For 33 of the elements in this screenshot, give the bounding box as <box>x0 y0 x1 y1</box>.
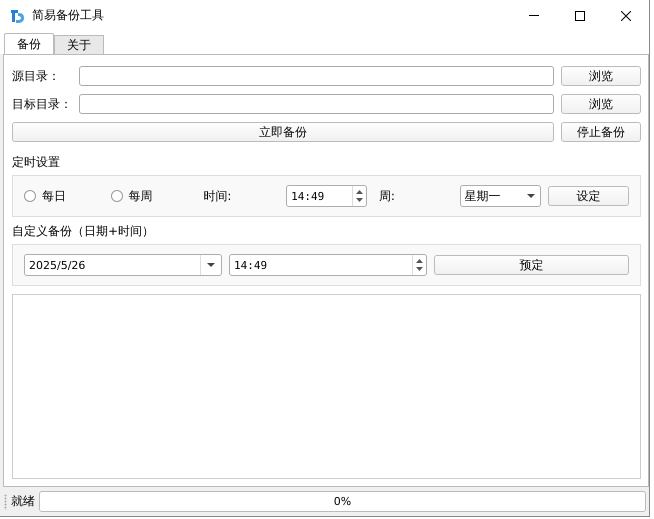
weekday-label: 周: <box>378 188 396 204</box>
date-picker[interactable]: 2025/5/26 <box>24 254 222 276</box>
section-title: 自定义备份（日期+时间） <box>12 223 156 240</box>
radio-circle-icon[interactable] <box>110 190 123 202</box>
window-title: 简易备份工具 <box>32 7 105 24</box>
progress-reading: 0% <box>334 495 352 508</box>
time-value: 14:49 <box>233 258 268 274</box>
field-label: 目标目录： <box>12 96 72 112</box>
field-label: 源目录： <box>12 68 61 84</box>
app-logo-icon <box>10 8 26 24</box>
radio-option[interactable]: 每日 <box>24 188 111 204</box>
time-label: 时间: <box>203 188 232 204</box>
directory-field[interactable] <box>79 66 554 86</box>
close-icon[interactable] <box>621 10 631 20</box>
schedule-button[interactable]: 预定 <box>434 255 629 275</box>
time-spinbox[interactable]: 14:49 <box>286 185 367 207</box>
grip-icon <box>4 494 7 510</box>
set-button[interactable]: 设定 <box>548 186 630 206</box>
directory-field[interactable] <box>79 94 554 114</box>
tab[interactable]: 关于 <box>54 35 104 54</box>
browse-button[interactable]: 浏览 <box>561 94 641 114</box>
time-value: 14:49 <box>290 188 326 204</box>
radio-option[interactable]: 每周 <box>110 188 204 204</box>
status-text: 就绪 <box>11 493 35 510</box>
tab[interactable]: 备份 <box>4 33 54 54</box>
section-title: 定时设置 <box>12 154 61 171</box>
radio-circle-icon[interactable] <box>24 190 36 202</box>
stop-backup-button[interactable]: 停止备份 <box>561 122 641 142</box>
time-spinbox[interactable]: 14:49 <box>229 254 427 276</box>
maximize-icon[interactable] <box>575 10 585 20</box>
weekday-dropdown[interactable]: 星期一 <box>460 185 542 207</box>
browse-button[interactable]: 浏览 <box>561 66 641 86</box>
start-backup-button[interactable]: 立即备份 <box>12 122 554 142</box>
